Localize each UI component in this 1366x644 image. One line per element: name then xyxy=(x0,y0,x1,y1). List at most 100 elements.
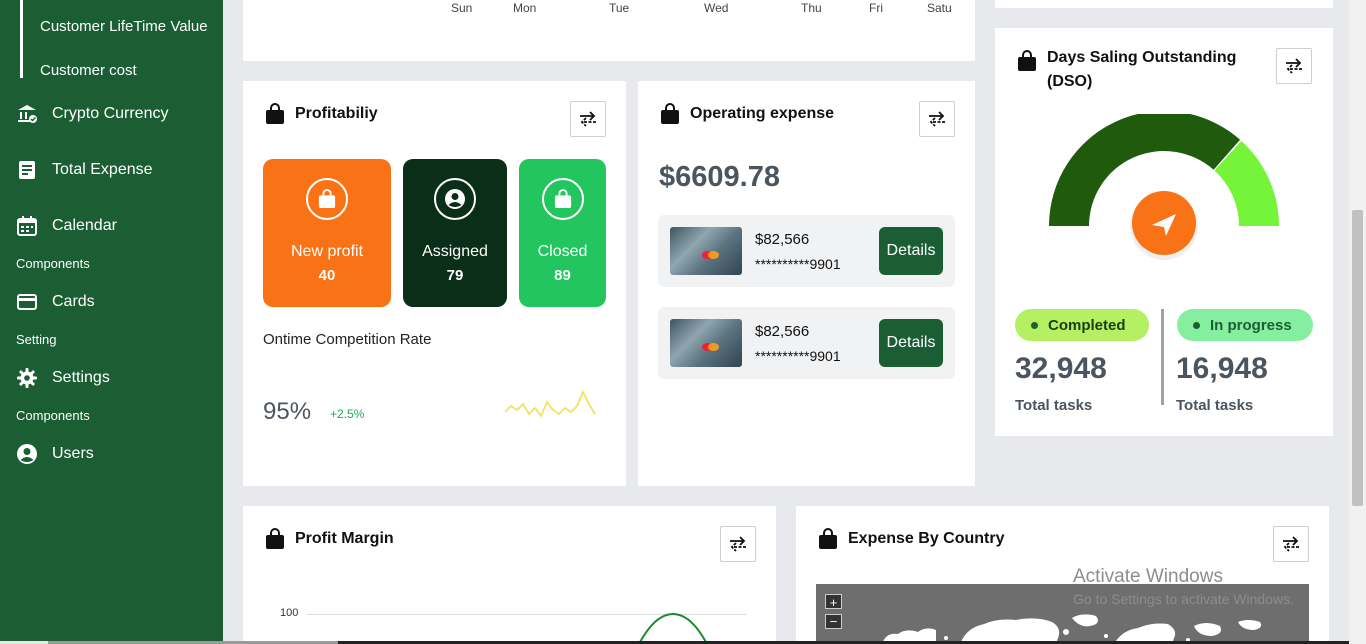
dso-card: Days Saling Outstanding (DSO) Completed … xyxy=(995,28,1333,436)
dso-gauge xyxy=(1049,114,1279,260)
tile-assigned[interactable]: Assigned 79 xyxy=(403,159,507,307)
sidebar-item-settings[interactable]: Settings xyxy=(16,367,110,389)
profitability-card: Profitabiliy New profit 40 Assigned 79 C… xyxy=(243,81,626,486)
status-label: Completed xyxy=(1048,316,1126,334)
tile-value: 89 xyxy=(554,267,571,284)
card-title-text-2: (DSO) xyxy=(1047,73,1093,90)
completed-value: 32,948 xyxy=(1015,352,1107,385)
vertical-scrollbar[interactable] xyxy=(1349,0,1366,644)
card-title-profit-margin: Profit Margin xyxy=(265,528,394,550)
operating-total: $6609.78 xyxy=(659,161,780,193)
tile-label: New profit xyxy=(290,243,364,260)
tile-value: 40 xyxy=(318,267,336,284)
y-axis-tick: 100 xyxy=(280,607,299,619)
sparkline xyxy=(504,389,596,418)
swap-arrows-icon xyxy=(730,536,746,552)
sidebar-subitem-customer-cost[interactable]: Customer cost xyxy=(40,62,137,79)
tile-closed[interactable]: Closed 89 xyxy=(519,159,606,307)
margin-curve xyxy=(638,612,708,644)
weekly-chart-card: Sun Mon Tue Wed Thu Fri Satu xyxy=(243,0,975,61)
swap-button[interactable] xyxy=(1276,48,1312,84)
rate-label: Ontime Competition Rate xyxy=(263,331,432,348)
expense-row: $82,566 **********9901 Details xyxy=(658,307,955,379)
section-label-components-2: Components xyxy=(16,408,90,423)
gear-icon xyxy=(16,367,38,389)
day-label: Thu xyxy=(801,1,822,15)
card-title-operating-expense: Operating expense xyxy=(660,103,834,125)
day-label: Tue xyxy=(609,1,630,15)
swap-button[interactable] xyxy=(720,526,756,562)
in-progress-sub: Total tasks xyxy=(1176,397,1254,414)
user-circle-icon xyxy=(16,443,38,465)
status-dot xyxy=(1193,321,1200,329)
shopping-bag-icon xyxy=(306,178,348,220)
sidebar-item-label: Total Expense xyxy=(52,161,153,178)
swap-button[interactable] xyxy=(1273,526,1309,562)
day-label: Sun xyxy=(451,1,473,15)
sidebar-item-crypto-currency[interactable]: Crypto Currency xyxy=(16,103,168,125)
rate-value: 95% xyxy=(263,398,312,425)
sidebar-item-cards[interactable]: Cards xyxy=(16,291,95,313)
details-button[interactable]: Details xyxy=(879,227,943,275)
card-title-profitability: Profitabiliy xyxy=(265,103,378,125)
card-number: **********9901 xyxy=(755,348,841,364)
swap-arrows-icon xyxy=(580,111,596,127)
shopping-bag-icon xyxy=(819,528,837,549)
credit-card-image xyxy=(670,227,742,275)
credit-card-icon xyxy=(16,291,38,313)
card-title-text: Profitabiliy xyxy=(295,105,378,122)
swap-button[interactable] xyxy=(919,101,955,137)
sidebar-item-calendar[interactable]: Calendar xyxy=(16,215,117,237)
swap-arrows-icon xyxy=(929,111,945,127)
activate-windows-subtitle: Go to Settings to activate Windows. xyxy=(1073,591,1294,607)
status-in-progress-badge: In progress xyxy=(1177,309,1313,341)
swap-button[interactable] xyxy=(570,101,606,137)
tile-new-profit[interactable]: New profit 40 xyxy=(263,159,391,307)
credit-card-image xyxy=(670,319,742,367)
calendar-icon xyxy=(16,215,38,237)
submenu-rail xyxy=(20,0,23,78)
shopping-bag-icon xyxy=(661,103,679,124)
day-label: Wed xyxy=(704,1,729,15)
bank-icon xyxy=(16,103,38,125)
expense-amount: $82,566 xyxy=(755,323,810,340)
card-title-text: Operating expense xyxy=(690,105,835,122)
day-label: Satu xyxy=(927,1,952,15)
sidebar-item-total-expense[interactable]: Total Expense xyxy=(16,159,153,181)
zoom-out-button[interactable]: − xyxy=(825,614,842,629)
status-dot xyxy=(1031,321,1038,329)
top-right-card xyxy=(995,0,1333,8)
rate-change: +2.5% xyxy=(330,407,365,421)
sidebar-item-label: Settings xyxy=(52,369,110,386)
zoom-in-button[interactable]: + xyxy=(825,594,842,610)
swap-arrows-icon xyxy=(1283,536,1299,552)
scrollbar-thumb[interactable] xyxy=(1352,210,1363,506)
sidebar-item-users[interactable]: Users xyxy=(16,443,94,465)
user-circle-icon xyxy=(434,178,476,220)
expense-row: $82,566 **********9901 Details xyxy=(658,215,955,287)
details-button[interactable]: Details xyxy=(879,319,943,367)
document-icon xyxy=(16,159,38,181)
day-label: Mon xyxy=(513,1,537,15)
card-number: **********9901 xyxy=(755,256,841,272)
section-label-setting: Setting xyxy=(16,332,57,347)
sidebar-subitem-customer-lifetime-value[interactable]: Customer LifeTime Value xyxy=(40,18,208,35)
card-title-expense-country: Expense By Country xyxy=(818,528,1004,550)
status-label: In progress xyxy=(1210,316,1292,334)
sidebar-item-label: Users xyxy=(52,445,94,462)
card-title-text: Days Saling Outstanding xyxy=(1047,49,1237,66)
operating-expense-card: Operating expense $6609.78 $82,566 *****… xyxy=(638,81,975,486)
card-title-text: Profit Margin xyxy=(295,530,394,547)
landmass-shapes xyxy=(882,614,1262,644)
sidebar-item-label: Crypto Currency xyxy=(52,105,169,122)
shopping-bag-icon xyxy=(266,528,284,549)
expense-by-country-card: Expense By Country + − xyxy=(796,506,1329,644)
status-completed-badge: Completed xyxy=(1015,309,1149,341)
swap-arrows-icon xyxy=(1286,58,1302,74)
tile-label: Assigned xyxy=(422,243,488,260)
day-label: Fri xyxy=(869,1,883,15)
divider xyxy=(1161,309,1164,405)
card-title-dso: Days Saling Outstanding (DSO) xyxy=(1017,49,1236,94)
sidebar-item-label: Calendar xyxy=(52,217,117,234)
tile-label: Closed xyxy=(537,243,588,260)
